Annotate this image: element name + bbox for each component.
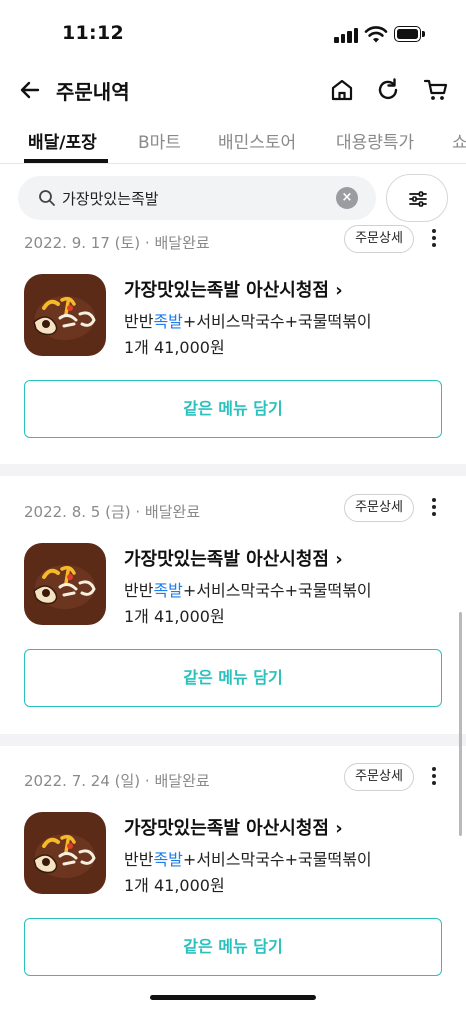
order-card: 2022. 8. 5 (금) · 배달완료 주문상세 가장맛있는족발 아산시청점… bbox=[0, 494, 466, 745]
store-logo[interactable] bbox=[24, 543, 106, 625]
cellular-signal-icon bbox=[334, 27, 360, 43]
store-logo[interactable] bbox=[24, 812, 106, 894]
order-menu: 반반족발+서비스막국수+국물떡볶이 bbox=[124, 308, 372, 332]
chevron-right-icon: › bbox=[335, 549, 343, 570]
store-name-text: 가장맛있는족발 아산시청점 bbox=[124, 549, 329, 570]
wifi-icon bbox=[364, 26, 388, 43]
store-name[interactable]: 가장맛있는족발 아산시청점 › bbox=[124, 545, 343, 571]
tab-bar: 배달/포장 B마트 배민스토어 대용량특가 쇼 bbox=[0, 118, 466, 164]
order-detail-button[interactable]: 주문상세 bbox=[344, 494, 414, 522]
menu-suffix: +서비스막국수+국물떡볶이 bbox=[182, 312, 372, 331]
status-time: 11:12 bbox=[62, 22, 124, 44]
menu-highlight: 족발 bbox=[153, 850, 183, 869]
search-bar[interactable]: × bbox=[18, 176, 376, 220]
tab-bulk-deals[interactable]: 대용량특가 bbox=[336, 128, 414, 153]
order-menu: 반반족발+서비스막국수+국물떡볶이 bbox=[124, 577, 372, 601]
order-price: 1개 41,000원 bbox=[124, 876, 225, 895]
more-vertical-icon[interactable] bbox=[428, 226, 440, 252]
tab-baemin-store[interactable]: 배민스토어 bbox=[218, 128, 296, 153]
reorder-same-menu-button[interactable]: 같은 메뉴 담기 bbox=[24, 380, 442, 438]
chevron-right-icon: › bbox=[335, 280, 343, 301]
home-indicator[interactable] bbox=[150, 995, 316, 1000]
cart-icon[interactable] bbox=[422, 76, 450, 104]
clear-search-icon[interactable]: × bbox=[336, 187, 358, 209]
search-input[interactable] bbox=[62, 176, 332, 220]
refresh-icon[interactable] bbox=[374, 76, 402, 104]
order-status: 배달완료 bbox=[154, 772, 210, 790]
store-name[interactable]: 가장맛있는족발 아산시청점 › bbox=[124, 814, 343, 840]
order-price: 1개 41,000원 bbox=[124, 338, 225, 357]
tab-bmart[interactable]: B마트 bbox=[138, 128, 181, 153]
menu-highlight: 족발 bbox=[153, 312, 183, 331]
order-card: 2022. 9. 17 (토) · 배달완료 주문상세 가장맛있는족발 아산시청… bbox=[0, 225, 466, 476]
more-vertical-icon[interactable] bbox=[428, 764, 440, 790]
order-date-status: 2022. 7. 24 (일) · 배달완료 bbox=[24, 772, 210, 790]
reorder-same-menu-button[interactable]: 같은 메뉴 담기 bbox=[24, 918, 442, 976]
order-date: 2022. 9. 17 (토) bbox=[24, 234, 141, 252]
menu-prefix: 반반 bbox=[124, 312, 154, 331]
order-detail-button[interactable]: 주문상세 bbox=[344, 763, 414, 791]
back-arrow-icon[interactable] bbox=[16, 76, 44, 104]
order-date-status: 2022. 8. 5 (금) · 배달완료 bbox=[24, 503, 201, 521]
section-divider bbox=[0, 464, 466, 476]
chevron-right-icon: › bbox=[335, 818, 343, 839]
more-vertical-icon[interactable] bbox=[428, 495, 440, 521]
sliders-icon bbox=[409, 191, 427, 207]
menu-suffix: +서비스막국수+국물떡볶이 bbox=[182, 850, 372, 869]
section-divider bbox=[0, 734, 466, 746]
home-icon[interactable] bbox=[328, 76, 356, 104]
order-card: 2022. 7. 24 (일) · 배달완료 주문상세 가장맛있는족발 아산시청… bbox=[0, 763, 466, 1010]
order-menu: 반반족발+서비스막국수+국물떡볶이 bbox=[124, 846, 372, 870]
scrollbar[interactable] bbox=[459, 612, 462, 836]
store-logo[interactable] bbox=[24, 274, 106, 356]
order-status: 배달완료 bbox=[154, 234, 210, 252]
header: 주문내역 bbox=[0, 64, 466, 118]
order-date-status: 2022. 9. 17 (토) · 배달완료 bbox=[24, 234, 210, 252]
order-date: 2022. 7. 24 (일) bbox=[24, 772, 141, 790]
store-name-text: 가장맛있는족발 아산시청점 bbox=[124, 818, 329, 839]
tab-delivery-pickup[interactable]: 배달/포장 bbox=[28, 128, 97, 153]
order-date: 2022. 8. 5 (금) bbox=[24, 503, 131, 521]
status-bar: 11:12 bbox=[0, 0, 466, 64]
menu-suffix: +서비스막국수+국물떡볶이 bbox=[182, 581, 372, 600]
order-detail-button[interactable]: 주문상세 bbox=[344, 225, 414, 253]
active-tab-indicator bbox=[24, 159, 108, 163]
menu-highlight: 족발 bbox=[153, 581, 183, 600]
filter-button[interactable] bbox=[386, 174, 448, 222]
order-status: 배달완료 bbox=[144, 503, 201, 521]
search-icon bbox=[39, 190, 55, 206]
order-price: 1개 41,000원 bbox=[124, 607, 225, 626]
tab-more[interactable]: 쇼 bbox=[452, 128, 466, 153]
menu-prefix: 반반 bbox=[124, 850, 154, 869]
battery-icon bbox=[394, 26, 425, 42]
store-name[interactable]: 가장맛있는족발 아산시청점 › bbox=[124, 276, 343, 302]
menu-prefix: 반반 bbox=[124, 581, 154, 600]
store-name-text: 가장맛있는족발 아산시청점 bbox=[124, 280, 329, 301]
reorder-same-menu-button[interactable]: 같은 메뉴 담기 bbox=[24, 649, 442, 707]
page-title: 주문내역 bbox=[56, 80, 130, 104]
